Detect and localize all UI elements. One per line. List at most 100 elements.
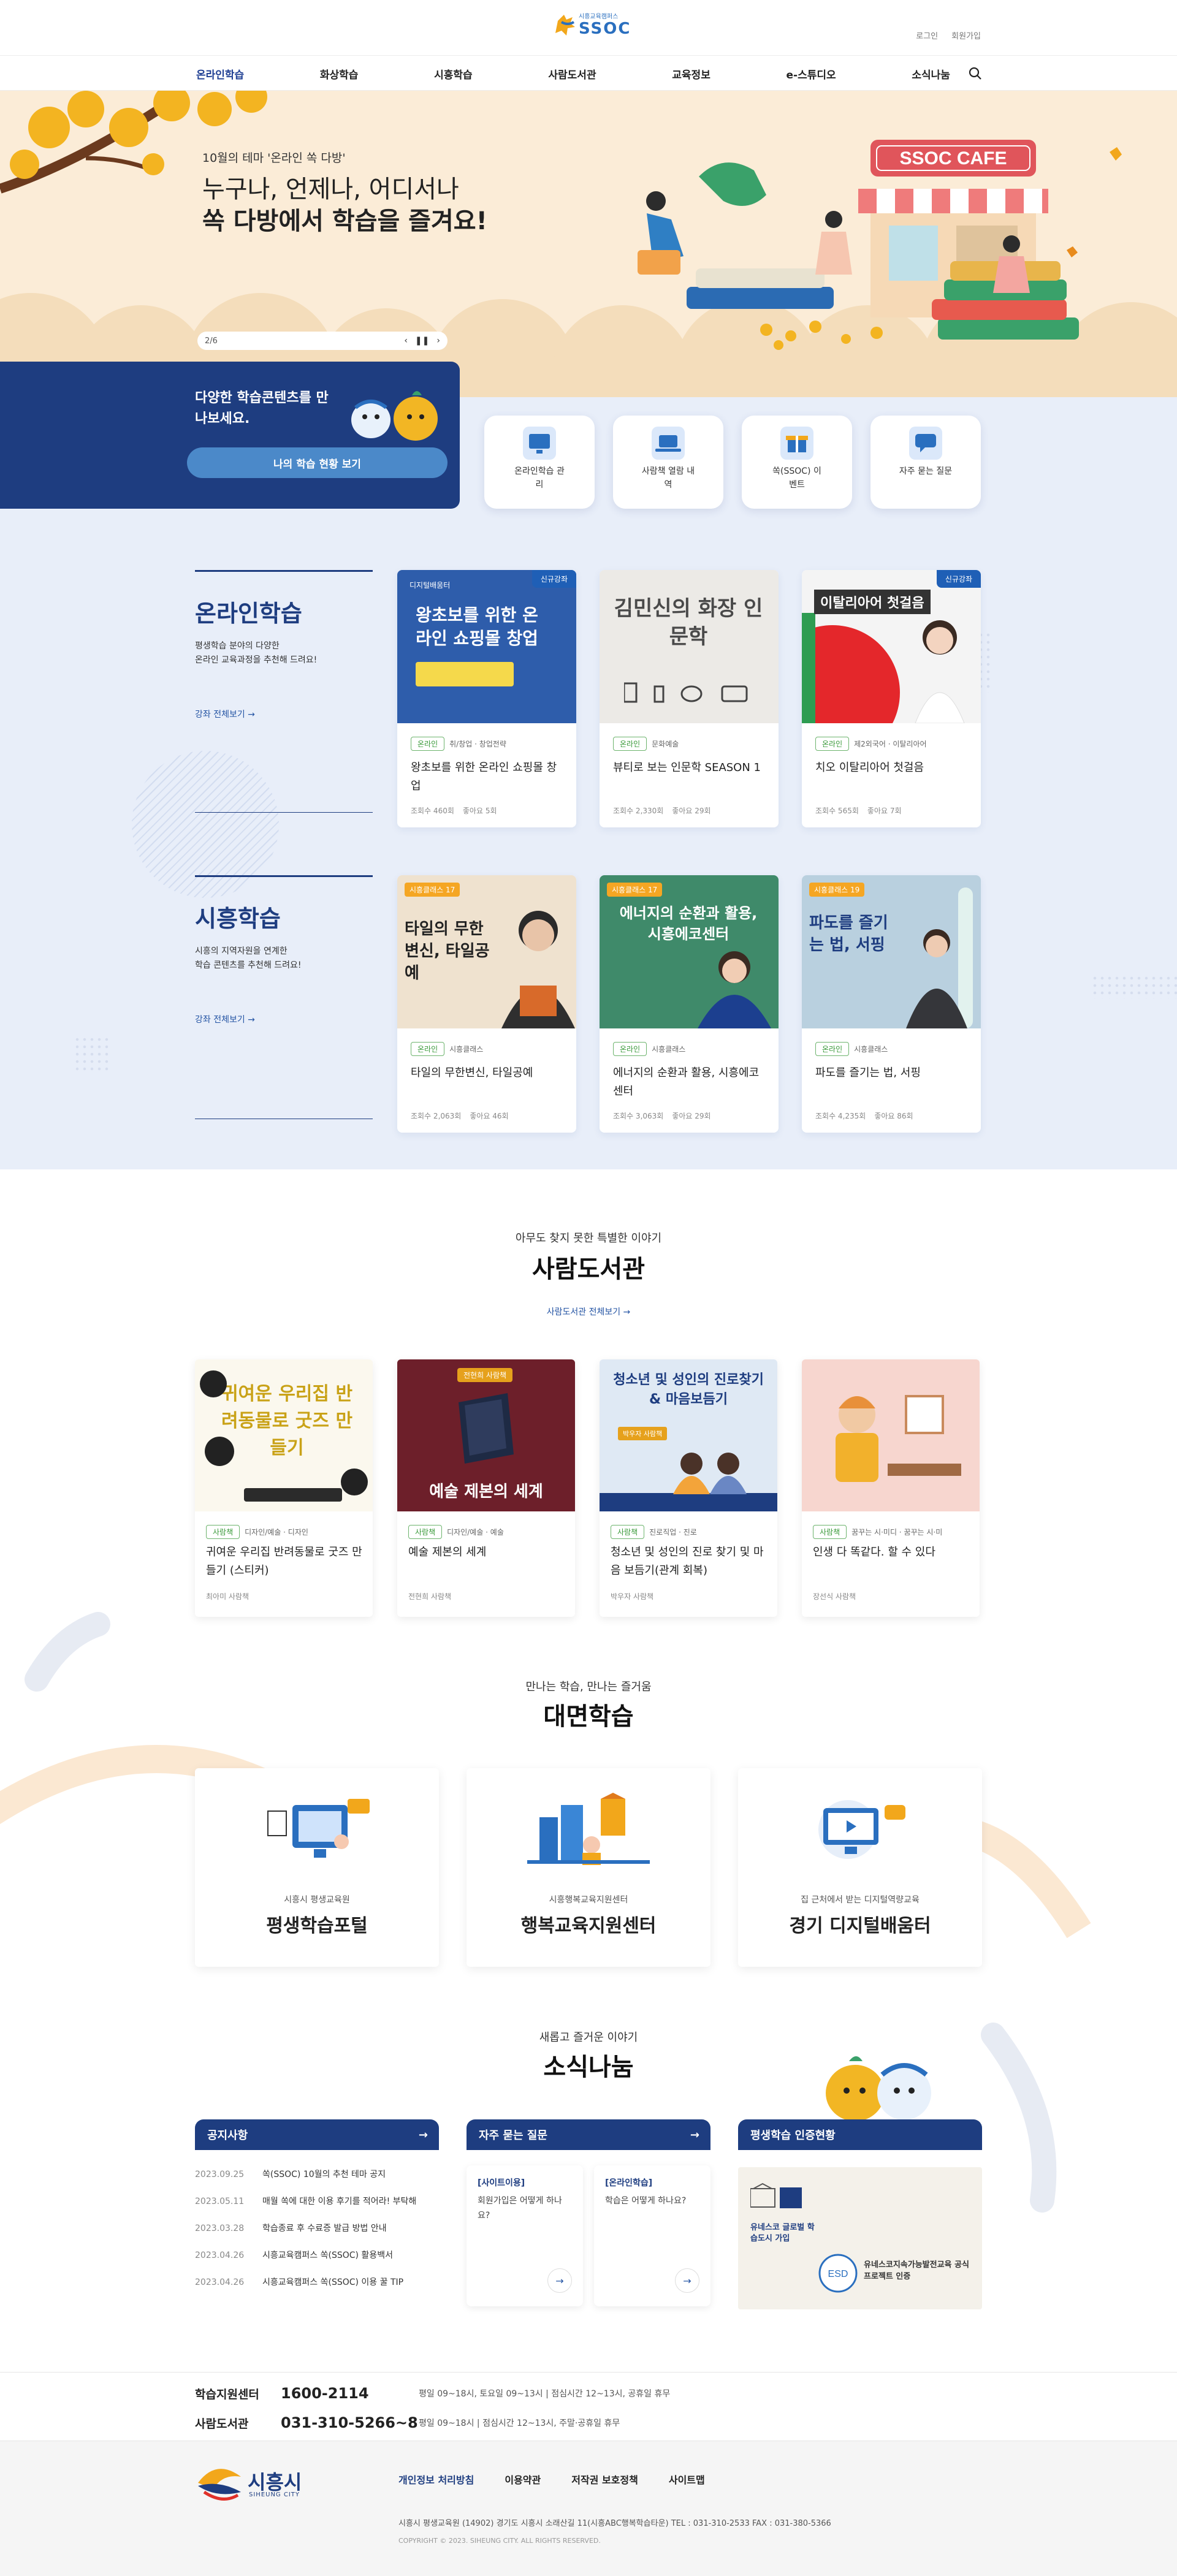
nav-online[interactable]: 온라인학습 bbox=[196, 66, 244, 82]
quick-title: 다양한 학습콘텐츠를 만나보세요. bbox=[195, 390, 329, 427]
pause-icon[interactable]: ❚❚ bbox=[415, 336, 429, 346]
siheung-city-logo[interactable]: 시흥시 SIHEUNG CITY bbox=[195, 2464, 330, 2501]
course-card[interactable]: 시흥클래스 19 파도를 즐기는 법, 서핑 온라인 시흥클래스 파도를 즐기는 … bbox=[802, 875, 981, 1133]
quick-link-label: 자주 묻는 질문 bbox=[899, 466, 953, 476]
people-book-card[interactable]: 사람책 꿈꾸는 시·미디 · 꿈꾸는 시·미 인생 다 똑같다. 할 수 있다 장… bbox=[802, 1359, 980, 1617]
cert-header[interactable]: 평생학습 인증현황 bbox=[738, 2119, 982, 2150]
course-tag: 온라인 bbox=[815, 1042, 850, 1056]
nav-studio[interactable]: e-스튜디오 bbox=[787, 66, 836, 82]
contact-tel[interactable]: 1600-2114 bbox=[281, 2385, 419, 2402]
new-badge: 신규강좌 bbox=[936, 570, 981, 588]
course-card[interactable]: 시흥클래스 17 타일의 무한 변신, 타일공예 온라인 시흥클래스 타일의 무한… bbox=[397, 875, 576, 1133]
hero-title: 누구나, 언제나, 어디서나 쏙 다방에서 학습을 즐겨요! bbox=[202, 173, 487, 237]
course-card[interactable]: 디지털배움터 왕초보를 위한 온라인 쇼핑몰 창업 신규강좌 온라인 취/창업 ·… bbox=[397, 570, 576, 827]
login-link[interactable]: 로그인 bbox=[916, 29, 938, 41]
terms-link[interactable]: 이용약관 bbox=[505, 2472, 541, 2487]
notice-item[interactable]: 2023.04.26 시흥교육캠퍼스 쏙(SSOC) 이용 꿀 TIP bbox=[195, 2269, 439, 2296]
nav-news[interactable]: 소식나눔 bbox=[912, 66, 950, 82]
course-thumbnail: 시흥클래스 19 파도를 즐기는 법, 서핑 bbox=[802, 875, 981, 1028]
digital-learning-card[interactable]: 집 근처에서 받는 디지털역량교육 경기 디지털배움터 bbox=[738, 1768, 982, 1967]
course-title: 뷰티로 보는 인문학 SEASON 1 bbox=[613, 761, 761, 774]
prev-icon[interactable]: ‹ bbox=[404, 336, 408, 346]
hero-pager: 2/6 ‹ ❚❚ › bbox=[197, 332, 448, 350]
book-category: 디자인/예술 · 예술 bbox=[447, 1528, 504, 1537]
quick-link-library[interactable]: 사람책 열람 내역 bbox=[613, 416, 723, 509]
faq-title: 자주 묻는 질문 bbox=[479, 2129, 547, 2142]
card-subtitle: 시흥행복교육지원센터 bbox=[549, 1895, 628, 1905]
course-title: 왕초보를 위한 온라인 쇼핑몰 창업 bbox=[411, 761, 557, 792]
quick-link-label: 온라인학습 관리 bbox=[514, 466, 565, 490]
nav-video[interactable]: 화상학습 bbox=[320, 66, 359, 82]
footer-logo-en: SIHEUNG CITY bbox=[249, 2491, 300, 2498]
notice-item[interactable]: 2023.03.28 학습종료 후 수료증 발급 방법 안내 bbox=[195, 2215, 439, 2242]
faq-header[interactable]: 자주 묻는 질문 → bbox=[467, 2119, 710, 2150]
notice-item[interactable]: 2023.04.26 시흥교육캠퍼스 쏙(SSOC) 활용백서 bbox=[195, 2242, 439, 2269]
quick-link-online[interactable]: 온라인학습 관리 bbox=[484, 416, 595, 509]
hero-subtitle: 10월의 테마 '온라인 쏙 다방' bbox=[202, 151, 346, 165]
hero-title-line2: 쏙 다방에서 학습을 즐겨요! bbox=[202, 207, 487, 235]
library-more-link[interactable]: 사람도서관 전체보기 → bbox=[0, 1305, 1177, 1318]
people-book-card[interactable]: 전현희 사람책 예술 제본의 세계 사람책 디자인/예술 · 예술 예술 제본의 … bbox=[397, 1359, 575, 1617]
thumb-red-circle bbox=[802, 625, 900, 723]
faq-card[interactable]: [사이트이용] 회원가입은 어떻게 하나요? → bbox=[467, 2165, 583, 2306]
notice-header[interactable]: 공지사항 → bbox=[195, 2119, 439, 2150]
people-book-card[interactable]: 청소년 및 성인의 진로찾기 & 마음보듬기 박우자 사람책 사람책 진로직업 ·… bbox=[600, 1359, 777, 1617]
online-more-link[interactable]: 강좌 전체보기 → bbox=[195, 708, 255, 720]
decor-dots bbox=[74, 1036, 110, 1073]
course-thumbnail: 이탈리아어 첫걸음 신규강좌 bbox=[802, 570, 981, 723]
quick-link-faq[interactable]: 자주 묻는 질문 bbox=[870, 416, 981, 509]
thumb-title-text: 에너지의 순환과 활용, 시흥에코센터 bbox=[619, 905, 758, 943]
my-learning-button[interactable]: 나의 학습 현황 보기 bbox=[187, 447, 448, 478]
notice-text: 시흥교육캠퍼스 쏙(SSOC) 이용 꿀 TIP bbox=[262, 2278, 404, 2287]
quick-link-label: 쏙(SSOC) 이벤트 bbox=[772, 466, 821, 490]
arrow-right-icon[interactable]: → bbox=[547, 2268, 572, 2293]
notice-item[interactable]: 2023.09.25 쏙(SSOC) 10월의 추천 테마 공지 bbox=[195, 2161, 439, 2188]
notice-item[interactable]: 2023.05.11 매월 쏙에 대한 이용 후기를 적어라! 부탁해 bbox=[195, 2188, 439, 2215]
book-tag: 사람책 bbox=[206, 1525, 240, 1539]
notice-date: 2023.03.28 bbox=[195, 2224, 245, 2233]
course-thumbnail: 디지털배움터 왕초보를 위한 온라인 쇼핑몰 창업 신규강좌 bbox=[397, 570, 576, 723]
contact-hours: 평일 09~18시 | 점심시간 12~13시, 주말·공휴일 휴무 bbox=[419, 2418, 620, 2428]
nav-library[interactable]: 사람도서관 bbox=[548, 66, 596, 82]
faq-box: 자주 묻는 질문 → [사이트이용] 회원가입은 어떻게 하나요? → [온라인학… bbox=[467, 2119, 710, 2309]
next-icon[interactable]: › bbox=[436, 336, 440, 346]
arrow-right-icon[interactable]: → bbox=[675, 2268, 699, 2293]
siheung-desc: 시흥의 지역자원을 연계한 학습 콘텐츠를 추천해 드려요! bbox=[195, 946, 302, 970]
arrow-right-icon[interactable]: → bbox=[690, 2129, 699, 2141]
hero-page-count: 2/6 bbox=[205, 336, 218, 346]
lifelong-portal-card[interactable]: 시흥시 평생교육원 평생학습포털 bbox=[195, 1768, 439, 1967]
siheung-more-link[interactable]: 강좌 전체보기 → bbox=[195, 1013, 255, 1025]
arrow-right-icon[interactable]: → bbox=[419, 2129, 428, 2141]
book-thumbnail: 귀여운 우리집 반려동물로 굿즈 만들기 bbox=[195, 1359, 373, 1511]
quick-link-event[interactable]: 쏙(SSOC) 이벤트 bbox=[742, 416, 852, 509]
sitemap-link[interactable]: 사이트맵 bbox=[669, 2472, 705, 2487]
faq-card[interactable]: [온라인학습] 학습은 어떻게 하나요? → bbox=[594, 2165, 710, 2306]
nav-eduinfo[interactable]: 교육정보 bbox=[672, 66, 710, 82]
util-links: 로그인 회원가입 bbox=[916, 29, 981, 41]
course-card[interactable]: 시흥클래스 17 에너지의 순환과 활용, 시흥에코센터 온라인 시흥클래스 에너… bbox=[600, 875, 779, 1133]
contact-tel[interactable]: 031-310-5266~8 bbox=[281, 2414, 419, 2431]
cert-banner[interactable]: 유네스코 글로벌 학습도시 가입 ESD 유네스코지속가능발전교육 공식프로젝트… bbox=[738, 2167, 982, 2309]
instructor-photo bbox=[915, 620, 965, 723]
nav-siheung[interactable]: 시흥학습 bbox=[434, 66, 473, 82]
site-logo[interactable]: 시흥교육캠퍼스 SSOC bbox=[544, 9, 633, 43]
course-card[interactable]: 김민신의 화장 인문학 온라인 문화예술 뷰티로 보는 인문학 SEASON 1 … bbox=[600, 570, 779, 827]
happy-edu-center-card[interactable]: 시흥행복교육지원센터 행복교육지원센터 bbox=[467, 1768, 710, 1967]
course-card[interactable]: 이탈리아어 첫걸음 신규강좌 온라인 제2외국어 · 이탈리아어 치오 이탈리아어… bbox=[802, 570, 981, 827]
privacy-policy-link[interactable]: 개인정보 처리방침 bbox=[398, 2472, 474, 2487]
copyright-policy-link[interactable]: 저작권 보호정책 bbox=[571, 2472, 638, 2487]
course-title: 파도를 즐기는 법, 서핑 bbox=[815, 1066, 921, 1079]
artist-illustration bbox=[836, 1395, 961, 1482]
news-title: 소식나눔 bbox=[543, 2053, 634, 2081]
course-likes: 좋아요 5회 bbox=[462, 807, 497, 815]
notice-text: 학습종료 후 수료증 발급 방법 안내 bbox=[262, 2224, 387, 2233]
online-title: 온라인학습 bbox=[195, 600, 302, 627]
course-title: 타일의 무한변신, 타일공예 bbox=[411, 1066, 533, 1079]
signup-link[interactable]: 회원가입 bbox=[951, 29, 981, 41]
main-nav: 온라인학습 화상학습 시흥학습 사람도서관 교육정보 e-스튜디오 소식나눔 bbox=[0, 55, 1177, 91]
search-icon[interactable] bbox=[969, 67, 982, 80]
hero-banner: 10월의 테마 '온라인 쏙 다방' 누구나, 언제나, 어디서나 쏙 다방에서… bbox=[0, 91, 1177, 397]
book-title: 예술 제본의 세계 bbox=[408, 1546, 487, 1559]
people-book-card[interactable]: 귀여운 우리집 반려동물로 굿즈 만들기 사람책 디자인/예술 · 디자인 귀여운… bbox=[195, 1359, 373, 1617]
notice-text: 시흥교육캠퍼스 쏙(SSOC) 활용백서 bbox=[262, 2251, 393, 2260]
